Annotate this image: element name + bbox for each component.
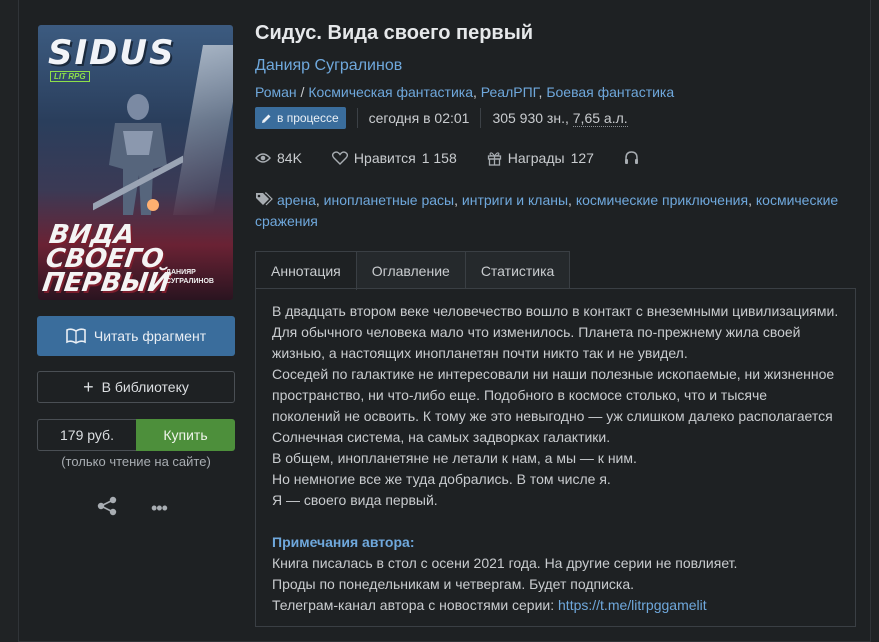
awards-label: Награды	[507, 150, 565, 166]
genre-link[interactable]: Космическая фантастика	[308, 84, 473, 100]
annotation-line: Я — своего вида первый.	[272, 492, 438, 508]
share-icon[interactable]	[96, 496, 118, 516]
telegram-channel-link[interactable]: https://t.me/litrpggamelit	[558, 597, 707, 613]
likes-count: 1 158	[421, 150, 457, 166]
heart-icon	[331, 151, 348, 165]
annotation-line: пространство, ни что-либо еще. Подобного…	[272, 387, 768, 403]
tab-contents[interactable]: Оглавление	[355, 251, 466, 289]
annotation-panel: В двадцать втором веке человечество вошл…	[255, 288, 856, 627]
book-tabs: Аннотация Оглавление Статистика	[255, 251, 571, 290]
add-to-library-button[interactable]: + В библиотеку	[37, 371, 235, 403]
book-icon	[66, 328, 86, 344]
cover-logo: SIDUS	[48, 33, 176, 73]
tag-link[interactable]: инопланетные расы	[324, 192, 454, 208]
annotation-line: Солнечная система, на самых задворках га…	[272, 429, 611, 445]
book-author-link[interactable]: Данияр Сугралинов	[255, 57, 402, 75]
size-chars: 305 930 зн.,	[492, 110, 569, 126]
cover-author: ДАНИЯР СУГРАЛИНОВ	[166, 269, 214, 285]
status-badge: в процессе	[255, 107, 346, 129]
price-value: 179 руб.	[37, 419, 136, 451]
gift-icon	[487, 151, 501, 166]
tag-link[interactable]: космические приключения	[576, 192, 748, 208]
author-notes-line: Проды по понедельникам и четвергам. Буде…	[272, 576, 635, 592]
annotation-line: В общем, инопланетяне не летали к нам, а…	[272, 450, 637, 466]
audio-stat[interactable]	[624, 151, 639, 165]
author-notes-title: Примечания автора:	[272, 534, 415, 550]
read-fragment-label: Читать фрагмент	[93, 328, 207, 344]
more-options-icon[interactable]: •••	[151, 498, 168, 519]
awards-stat[interactable]: Награды 127	[487, 150, 594, 166]
author-notes-channel: Телеграм-канал автора с новостями серии:…	[272, 595, 839, 616]
updated-time: сегодня в 02:01	[368, 110, 470, 126]
divider	[356, 108, 358, 128]
views-count: 84K	[277, 150, 302, 166]
divider	[480, 108, 482, 128]
size-author-sheets[interactable]: 7,65 а.л.	[572, 110, 628, 127]
tab-annotation[interactable]: Аннотация	[255, 251, 357, 290]
tag-link[interactable]: арена	[277, 192, 316, 208]
views-stat: 84K	[255, 150, 302, 166]
annotation-line: жизнью, а настоящих инопланетян почти ни…	[272, 345, 688, 361]
status-row: в процессе сегодня в 02:01 305 930 зн., …	[255, 107, 628, 129]
author-notes-line: Книга писалась в стол с осени 2021 года.…	[272, 555, 738, 571]
genre-link[interactable]: Роман	[255, 84, 297, 100]
status-label: в процессе	[277, 111, 339, 125]
eye-icon	[255, 153, 271, 163]
add-to-library-label: В библиотеку	[101, 379, 189, 395]
stats-row: 84K Нравится 1 158 Награды 127	[255, 150, 669, 166]
genre-list: Роман / Космическая фантастика, РеалРПГ,…	[255, 84, 675, 100]
pencil-icon	[262, 114, 271, 123]
read-fragment-button[interactable]: Читать фрагмент	[37, 316, 235, 356]
tag-link[interactable]: интриги и кланы	[462, 192, 568, 208]
genre-link[interactable]: Боевая фантастика	[546, 84, 674, 100]
annotation-line: Соседей по галактике не интересовали ни …	[272, 366, 835, 382]
likes-label: Нравится	[353, 150, 416, 166]
cover-hero-illustration	[93, 94, 183, 215]
book-cover[interactable]: SIDUS LIT RPG ВИДА СВОЕГО ПЕРВЫЙ ДАНИЯР СУ…	[38, 25, 233, 300]
annotation-line: поколений не освоить. К тому же это невы…	[272, 408, 833, 424]
headphones-icon	[624, 151, 638, 164]
annotation-line: Но немногие все же туда добрались. В том…	[272, 471, 611, 487]
book-title: Сидус. Вида своего первый	[255, 22, 534, 44]
annotation-line: Для обычного человека мало что изменилос…	[272, 324, 801, 340]
channel-prefix: Телеграм-канал автора с новостями серии:	[272, 597, 559, 613]
buy-button[interactable]: Купить	[136, 419, 235, 451]
awards-count: 127	[570, 150, 594, 166]
tag-list: арена, инопланетные расы, интриги и клан…	[255, 192, 839, 229]
cover-series-badge: LIT RPG	[50, 71, 90, 82]
buy-group: 179 руб. Купить	[37, 419, 235, 451]
annotation-line: В двадцать втором веке человечество вошл…	[272, 303, 839, 319]
buy-note: (только чтение на сайте)	[61, 454, 211, 469]
tags-icon	[256, 192, 273, 206]
plus-icon: +	[83, 377, 94, 397]
likes-stat[interactable]: Нравится 1 158	[331, 150, 457, 166]
tab-statistics[interactable]: Статистика	[464, 251, 571, 289]
genre-link[interactable]: РеалРПГ	[481, 84, 539, 100]
